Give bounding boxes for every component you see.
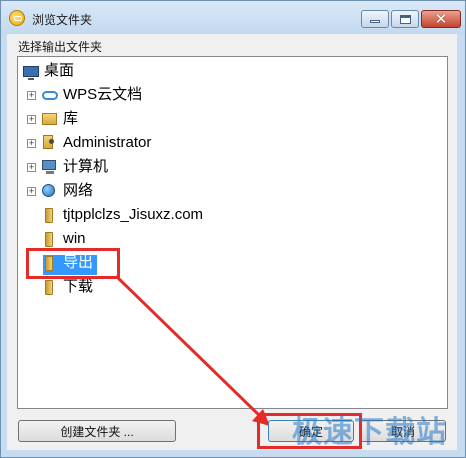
- create-folder-button[interactable]: 创建文件夹 ...: [18, 420, 176, 442]
- cancel-button[interactable]: 取消: [360, 420, 446, 442]
- annotation-box-ok: [257, 413, 362, 449]
- annotation-arrow: [114, 274, 270, 426]
